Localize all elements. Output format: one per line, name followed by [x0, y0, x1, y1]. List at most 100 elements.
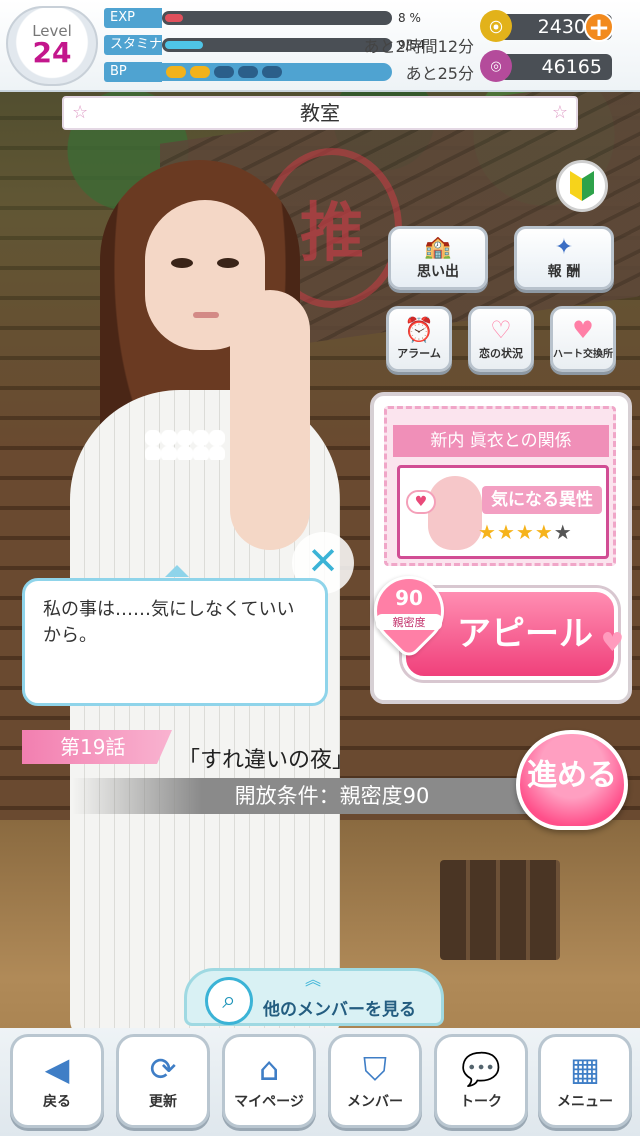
affinity-label: 親密度	[376, 614, 442, 630]
memories-button[interactable]: 🏫 思い出	[388, 226, 488, 290]
character-silhouette-icon	[428, 476, 482, 550]
nav-menu-button[interactable]: ▦ メニュー	[538, 1034, 632, 1128]
relationship-card-frame: 新内 眞衣との関係 ♥ 気になる異性 ★★★★★	[384, 406, 616, 566]
character-eye	[217, 258, 239, 268]
reward-icon: ✦	[554, 235, 574, 260]
alarm-clock-icon: ⏰	[404, 316, 434, 344]
exp-row: EXP 8 %	[104, 6, 474, 30]
player-stats: EXP 8 % スタミナ 9/54 あと2時間12分 BP あと25分	[104, 6, 474, 86]
rewards-label: 報 酬	[547, 264, 581, 280]
nav-back-button[interactable]: ◀ 戻る	[10, 1034, 104, 1128]
proceed-label: 進める	[527, 758, 617, 793]
exp-value: 8 %	[398, 11, 421, 25]
beginner-mark-icon	[570, 171, 594, 201]
gem-counter: 46165 ◎	[480, 50, 614, 82]
star-icon: ★	[478, 520, 497, 544]
background-bench	[440, 860, 560, 960]
buy-coins-button[interactable]: +	[584, 12, 614, 42]
location-name: 教室	[300, 101, 340, 125]
level-badge[interactable]: Level 24	[6, 6, 98, 86]
bp-gauge	[162, 63, 392, 81]
nav-back-label: 戻る	[43, 1094, 71, 1110]
bp-label: BP	[104, 62, 162, 82]
chevron-up-icon: ︽	[305, 970, 322, 989]
character-hand	[230, 290, 310, 550]
top-hud: Level 24 EXP 8 % スタミナ 9/54 あと2時間12分 BP あ…	[0, 0, 640, 92]
bp-recover-time: あと25分	[405, 64, 474, 83]
exp-label: EXP	[104, 8, 162, 28]
nav-refresh-button[interactable]: ⟳ 更新	[116, 1034, 210, 1128]
decorative-hearts-icon: ♥	[600, 628, 624, 658]
episode-number-tag: 第19話	[22, 730, 172, 764]
relationship-status: 気になる異性	[482, 486, 602, 514]
episode-title: 「すれ違いの夜」	[178, 748, 355, 773]
refresh-icon: ⟳	[149, 1050, 177, 1088]
nav-talk-button[interactable]: 💬 トーク	[434, 1034, 528, 1128]
beginner-guide-button[interactable]	[556, 160, 608, 212]
stamina-bar	[162, 38, 392, 52]
coin-counter: 2430 ⦿ +	[480, 10, 614, 42]
bottom-nav: ◀ 戻る ⟳ 更新 ⌂ マイページ ⛉ メンバー 💬 トーク ▦ メニュー	[0, 1028, 640, 1136]
nav-talk-label: トーク	[460, 1094, 502, 1110]
bp-pip	[262, 66, 282, 78]
bp-pip	[190, 66, 210, 78]
bp-pip	[166, 66, 186, 78]
bp-row: BP あと25分	[104, 60, 474, 84]
character-eye	[171, 258, 193, 268]
star-icon: ★	[534, 520, 554, 544]
other-members-button[interactable]: ︽ ⌕ 他のメンバーを見る	[184, 968, 444, 1026]
school-icon: 🏫	[424, 235, 452, 260]
star-icon: ☆	[72, 102, 89, 123]
speech-bubble[interactable]: 私の事は……気にしなくていいから。	[22, 565, 328, 706]
star-icon: ★	[515, 520, 535, 544]
heart-exchange-icon: ♥	[572, 316, 594, 344]
memories-label: 思い出	[417, 264, 459, 280]
star-icon: ★	[553, 520, 573, 544]
proceed-button[interactable]: 進める	[516, 730, 628, 830]
home-icon: ⌂	[258, 1050, 280, 1088]
other-members-label: 他のメンバーを見る	[263, 1000, 416, 1020]
gem-amount: 46165	[500, 54, 612, 80]
nav-members-button[interactable]: ⛉ メンバー	[328, 1034, 422, 1128]
nav-members-label: メンバー	[347, 1094, 403, 1110]
relationship-status-card[interactable]: ♥ 気になる異性 ★★★★★	[397, 465, 609, 559]
nav-mypage-button[interactable]: ⌂ マイページ	[222, 1034, 316, 1128]
chat-bubble-icon: 💬	[461, 1050, 501, 1088]
rewards-button[interactable]: ✦ 報 酬	[514, 226, 614, 290]
love-status-label: 恋の状況	[479, 347, 523, 360]
level-value: 24	[32, 36, 72, 69]
nav-mypage-label: マイページ	[234, 1094, 304, 1110]
character-necklace	[145, 430, 225, 460]
nav-menu-label: メニュー	[557, 1094, 613, 1110]
gem-icon: ◎	[480, 50, 512, 82]
affinity-value: 90	[395, 586, 423, 610]
character-mouth	[193, 312, 219, 318]
back-arrow-icon: ◀	[44, 1050, 70, 1088]
relationship-title: 新内 眞衣との関係	[393, 425, 609, 457]
bp-pip	[238, 66, 258, 78]
stamina-row: スタミナ 9/54 あと2時間12分	[104, 33, 474, 57]
exp-bar	[162, 11, 392, 25]
close-icon: ✕	[307, 539, 339, 583]
relationship-stars: ★★★★★	[478, 520, 573, 544]
winged-heart-icon: ♡	[490, 316, 512, 344]
exp-bar-fill	[165, 14, 183, 22]
stamina-label: スタミナ	[104, 35, 162, 55]
location-bar: ☆ 教室 ☆	[62, 96, 578, 130]
love-status-button[interactable]: ♡ 恋の状況	[468, 306, 534, 372]
star-icon: ☆	[551, 102, 568, 123]
episode-unlock-condition: 開放条件：親密度90	[72, 778, 592, 814]
appeal-label: アピール	[457, 614, 593, 654]
stamina-recover-time: あと2時間12分	[363, 37, 474, 56]
heart-exchange-button[interactable]: ♥ ハート交換所	[550, 306, 616, 372]
speech-text: 私の事は……気にしなくていいから。	[43, 599, 295, 646]
alarm-label: アラーム	[397, 347, 441, 360]
relationship-panel: 新内 眞衣との関係 ♥ 気になる異性 ★★★★★ アピール 90 親密度 ♥	[359, 392, 632, 704]
search-icon: ⌕	[205, 977, 253, 1025]
heart-exchange-label: ハート交換所	[553, 349, 613, 360]
heart-bubble-icon: ♥	[406, 490, 436, 514]
alarm-button[interactable]: ⏰ アラーム	[386, 306, 452, 372]
bp-pip	[214, 66, 234, 78]
coin-icon: ⦿	[480, 10, 512, 42]
shield-icon: ⛉	[362, 1050, 387, 1088]
